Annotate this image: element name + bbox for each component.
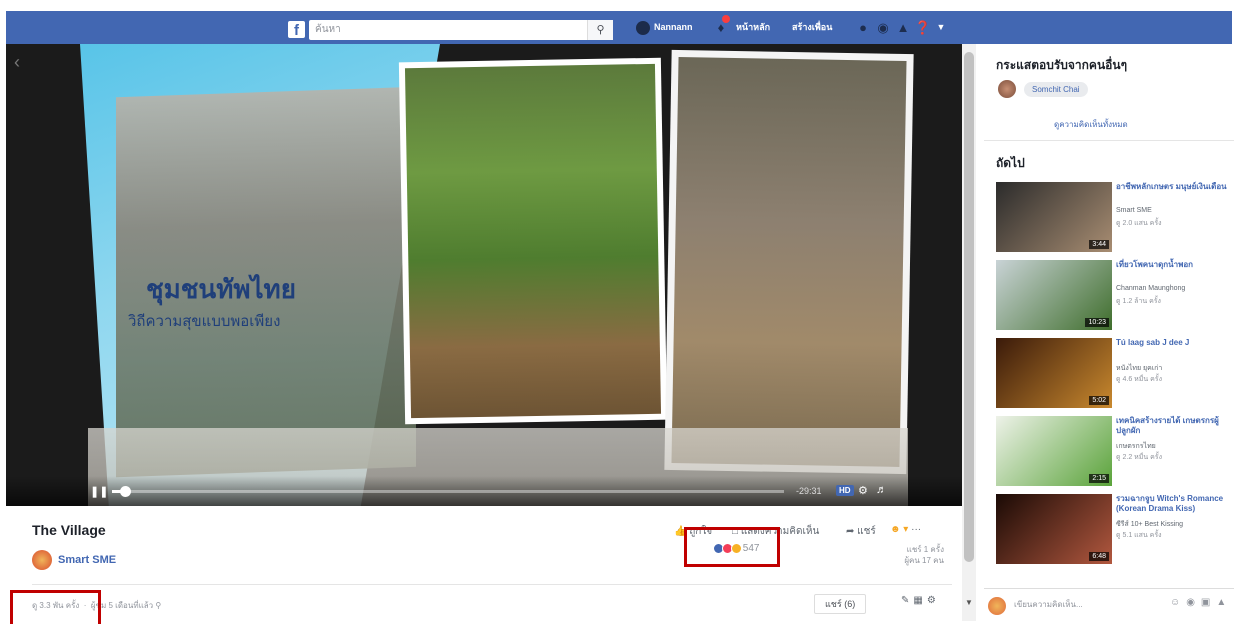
time-remaining: -29:31	[796, 486, 822, 496]
profile-name: Nannann	[654, 22, 693, 32]
messenger-icon[interactable]: ◉	[874, 11, 892, 44]
avatar	[988, 597, 1006, 615]
video-thumbnail[interactable]: 5:02	[996, 338, 1112, 408]
hd-toggle[interactable]: HD	[836, 485, 854, 496]
farm-photo	[398, 57, 668, 425]
channel-name[interactable]: Chanman Maunghong	[1116, 285, 1185, 292]
video-thumbnail[interactable]: 3:44	[996, 182, 1112, 252]
video-overlay-subtitle: วิถีความสุขแบบพอเพียง	[128, 312, 281, 330]
top-nav-bar: f ค้นหา ⚲ Nannann หน้าหลัก สร้างเพื่อน ♦…	[6, 11, 1232, 44]
search-icon[interactable]: ⚲	[587, 20, 613, 40]
right-sidebar: กระแสตอบรับจากคนอื่นๆ Somchit Chai ดูควา…	[984, 44, 1234, 621]
video-duration: 5:02	[1089, 396, 1109, 405]
notifications-icon[interactable]: ▲	[894, 11, 912, 44]
notification-badge	[722, 15, 730, 23]
facebook-logo-icon[interactable]: f	[288, 21, 305, 39]
page-name-link[interactable]: Smart SME	[58, 554, 116, 566]
avatar	[636, 20, 650, 35]
home-link[interactable]: หน้าหลัก	[736, 11, 770, 44]
share-count[interactable]: แชร์ 1 ครั้ง ผู้คน 17 คน	[834, 544, 944, 566]
list-item[interactable]: 10:23 เที่ยวโพคนาดุกน้ำพอก Chanman Maungho…	[996, 260, 1232, 338]
video-duration: 2:15	[1089, 474, 1109, 483]
channel-name[interactable]: Smart SME	[1116, 207, 1152, 214]
play-pause-icon[interactable]: ❚❚	[90, 485, 108, 498]
video-duration: 3:44	[1089, 240, 1109, 249]
view-count: ดู 4.6 หมื่น ครั้ง	[1116, 376, 1162, 383]
video-duration: 6:48	[1089, 552, 1109, 561]
reaction-picker[interactable]: ☻ ▾ ···	[890, 524, 921, 535]
comment-bar: เขียนความคิดเห็น... ☺◉▣▲	[984, 588, 1234, 621]
progress-bar[interactable]	[112, 486, 784, 497]
up-next-heading: ถัดไป	[996, 156, 1025, 170]
video-title-link[interactable]: Tú laag sab J dee J	[1116, 338, 1232, 348]
footer-icons[interactable]: ✎▦⚙	[901, 595, 940, 606]
channel-name[interactable]: หนังไทย ยุคเก่า	[1116, 363, 1162, 374]
video-title-link[interactable]: เทคนิคสร้างรายได้ เกษตรกรผู้ปลูกผัก	[1116, 416, 1232, 436]
settings-icon[interactable]: ⚙	[858, 484, 868, 497]
list-item[interactable]: 5:02 Tú laag sab J dee J หนังไทย ยุคเก่าดู…	[996, 338, 1232, 416]
video-title: The Village	[32, 522, 106, 538]
list-item[interactable]: 2:15 เทคนิคสร้างรายได้ เกษตรกรผู้ปลูกผักเ…	[996, 416, 1232, 494]
recommend-heading: กระแสตอบรับจากคนอื่นๆ	[996, 58, 1128, 72]
video-thumbnail[interactable]: 6:48	[996, 494, 1112, 564]
volume-icon[interactable]: ♬	[876, 484, 887, 496]
video-duration: 10:23	[1085, 318, 1109, 327]
list-item[interactable]: 6:48 รวมฉากจูบ Witch's Romance (Korean Dr…	[996, 494, 1232, 572]
see-all-link[interactable]: ดูความคิดเห็นทั้งหมด	[1054, 118, 1128, 131]
scrollbar-thumb[interactable]	[964, 52, 974, 562]
search-placeholder: ค้นหา	[315, 24, 341, 35]
list-item[interactable]: 3:44 อาชีพหลักเกษตร มนุษย์เงินเดือน Smart …	[996, 182, 1232, 260]
video-title-link[interactable]: เที่ยวโพคนาดุกน้ำพอก	[1116, 260, 1232, 270]
view-count: ดู 2.0 แสน ครั้ง	[1116, 220, 1162, 227]
share-icon: ➦	[846, 526, 855, 537]
video-frame: ชุมชนทัพไทย วิถีความสุขแบบพอเพียง	[6, 44, 962, 506]
view-count: ดู 5.1 แสน ครั้ง	[1116, 532, 1162, 539]
avatar	[998, 80, 1016, 98]
up-next-list: 3:44 อาชีพหลักเกษตร มนุษย์เงินเดือน Smart …	[996, 182, 1232, 572]
divider	[984, 140, 1234, 141]
video-overlay-title: ชุมชนทัพไทย	[146, 275, 296, 305]
channel-name[interactable]: ซีรีส์ 10+ Best Kissing	[1116, 519, 1183, 530]
chevron-down-icon[interactable]: ▼	[932, 11, 950, 44]
video-thumbnail[interactable]: 10:23	[996, 260, 1112, 330]
globe-icon: ⚲	[155, 601, 162, 610]
profile-link[interactable]: Nannann	[636, 11, 693, 44]
share-button[interactable]: ➦ แชร์	[846, 524, 876, 539]
progress-handle[interactable]	[120, 486, 132, 497]
page-avatar[interactable]	[32, 550, 52, 570]
reaction-highlight-box	[684, 527, 780, 567]
channel-name[interactable]: เกษตรกรไทย	[1116, 441, 1156, 452]
scroll-down-icon[interactable]: ▼	[965, 598, 973, 607]
create-link[interactable]: สร้างเพื่อน	[792, 11, 832, 44]
share-list-button[interactable]: แชร์ (6)	[814, 594, 867, 614]
views-highlight-box	[10, 590, 101, 624]
video-player[interactable]: ชุมชนทัพไทย วิถีความสุขแบบพอเพียง ‹ ❚❚ -…	[6, 44, 962, 506]
friends-icon[interactable]: ●	[854, 11, 872, 44]
recommend-user-chip: Somchit Chai	[1024, 81, 1088, 97]
view-count: ดู 1.2 ล้าน ครั้ง	[1116, 298, 1161, 305]
comment-input[interactable]: เขียนความคิดเห็น...	[1014, 598, 1083, 611]
divider	[32, 584, 952, 585]
player-controls: ❚❚ -29:31 HD ⚙ ♬	[6, 476, 962, 506]
video-thumbnail[interactable]: 2:15	[996, 416, 1112, 486]
video-title-link[interactable]: อาชีพหลักเกษตร มนุษย์เงินเดือน	[1116, 182, 1232, 192]
view-count: ดู 2.2 หมื่น ครั้ง	[1116, 454, 1162, 461]
comment-tools-icons[interactable]: ☺◉▣▲	[1170, 597, 1232, 608]
video-title-link[interactable]: รวมฉากจูบ Witch's Romance (Korean Drama …	[1116, 494, 1232, 514]
video-info: The Village Smart SME 👍 ถูกใจ □ แสดงความ…	[6, 506, 962, 621]
recommend-user[interactable]: Somchit Chai	[998, 80, 1088, 98]
search-input[interactable]: ค้นหา ⚲	[309, 20, 613, 40]
house-photo	[664, 49, 914, 475]
back-arrow-icon[interactable]: ‹	[14, 52, 20, 73]
help-icon[interactable]: ❓	[914, 11, 932, 44]
